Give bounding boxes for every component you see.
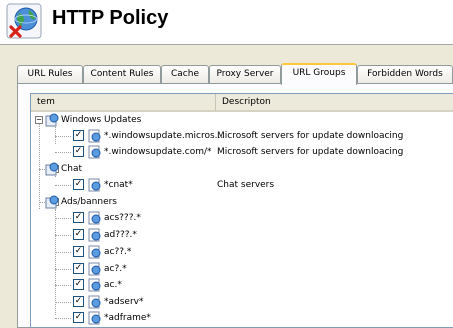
item-checkbox[interactable]: ✓ (73, 263, 84, 274)
url-icon (88, 245, 101, 259)
tree-group-row[interactable]: − Chat (31, 161, 453, 177)
item-url: *cnat* (104, 180, 133, 190)
item-url: ad???.* (104, 230, 137, 240)
group-label: Windows Updates (61, 115, 142, 125)
tree-line (55, 136, 71, 137)
tree-line (55, 269, 71, 270)
item-url: *.windowsupdate.com/* (104, 147, 212, 157)
tree-line (55, 285, 71, 286)
item-checkbox[interactable]: ✓ (73, 279, 84, 290)
url-group-icon (45, 113, 59, 127)
tree-line (55, 152, 71, 153)
tab-forbidden-words[interactable]: Forbidden Words (357, 65, 453, 83)
tab-url-rules[interactable]: URL Rules (17, 65, 83, 83)
item-url: *adserv* (104, 297, 144, 307)
item-url: acs???.* (104, 213, 141, 223)
item-checkbox[interactable]: ✓ (73, 229, 84, 240)
group-label: Chat (61, 164, 83, 174)
tree-item-row[interactable]: ✓ *adframe* (31, 310, 453, 326)
tree-line (55, 252, 71, 253)
url-group-icon (45, 162, 59, 176)
tree-item-row[interactable]: ✓ ad???.* (31, 227, 453, 243)
item-description: Chat servers (217, 180, 275, 190)
tree-item-row[interactable]: ✓ *cnat* Chat servers (31, 177, 453, 193)
tree-group-row[interactable]: − Ads/banners (31, 194, 453, 210)
header-bar: HTTP Policy (0, 0, 453, 45)
item-checkbox[interactable]: ✓ (73, 146, 84, 157)
tree-item-row[interactable]: ✓ *.windowsupdate.com/* Microsoft server… (31, 144, 453, 160)
item-url: *.windowsupdate.micros... (104, 131, 224, 141)
page-title: HTTP Policy (52, 7, 169, 29)
url-icon (88, 145, 101, 159)
item-url: ac??.* (104, 247, 132, 257)
item-checkbox[interactable]: ✓ (73, 312, 84, 323)
tree-line (55, 185, 71, 186)
tree-item-row[interactable]: ✓ ac??.* (31, 244, 453, 260)
tree-item-row[interactable]: ✓ *.windowsupdate.micros... Microsoft se… (31, 128, 453, 144)
url-icon (88, 178, 101, 192)
column-header-description[interactable]: Descripton (216, 94, 453, 112)
tab-cache[interactable]: Cache (161, 65, 209, 83)
tree-line (55, 318, 71, 319)
url-icon (88, 262, 101, 276)
item-checkbox[interactable]: ✓ (73, 296, 84, 307)
tree-item-row[interactable]: ✓ acs???.* (31, 210, 453, 226)
tree-item-row[interactable]: ✓ *adserv* (31, 294, 453, 310)
url-icon (88, 129, 101, 143)
item-description: Microsoft servers for update downloacing (217, 131, 404, 141)
item-url: ac.* (104, 280, 122, 290)
item-checkbox[interactable]: ✓ (73, 130, 84, 141)
item-url: ac?.* (104, 264, 127, 274)
tree-item-row[interactable]: ✓ ac?.* (31, 261, 453, 277)
url-icon (88, 278, 101, 292)
globe-with-red-x-icon (6, 3, 42, 39)
url-groups-list[interactable]: tem Descripton − Windows Updates ✓ *.win… (30, 93, 453, 328)
collapse-toggle[interactable]: − (35, 116, 43, 124)
item-checkbox[interactable]: ✓ (73, 246, 84, 257)
item-description: Microsoft servers for update downloacing (217, 147, 404, 157)
tab-strip: URL Rules Content Rules Cache Proxy Serv… (17, 63, 453, 85)
tree-item-row[interactable]: ✓ ac.* (31, 277, 453, 293)
tree-line (55, 235, 71, 236)
url-icon (88, 228, 101, 242)
group-label: Ads/banners (61, 197, 117, 207)
url-icon (88, 211, 101, 225)
url-icon (88, 295, 101, 309)
tree-line (55, 218, 71, 219)
tree-line (55, 302, 71, 303)
tab-proxy-server[interactable]: Proxy Server (209, 65, 281, 83)
url-group-icon (45, 195, 59, 209)
item-checkbox[interactable]: ✓ (73, 179, 84, 190)
tree-group-row[interactable]: − Windows Updates (31, 112, 453, 128)
tab-content-rules[interactable]: Content Rules (83, 65, 161, 83)
item-checkbox[interactable]: ✓ (73, 212, 84, 223)
column-header-item[interactable]: tem (31, 94, 216, 112)
tab-url-groups[interactable]: URL Groups (281, 63, 357, 85)
